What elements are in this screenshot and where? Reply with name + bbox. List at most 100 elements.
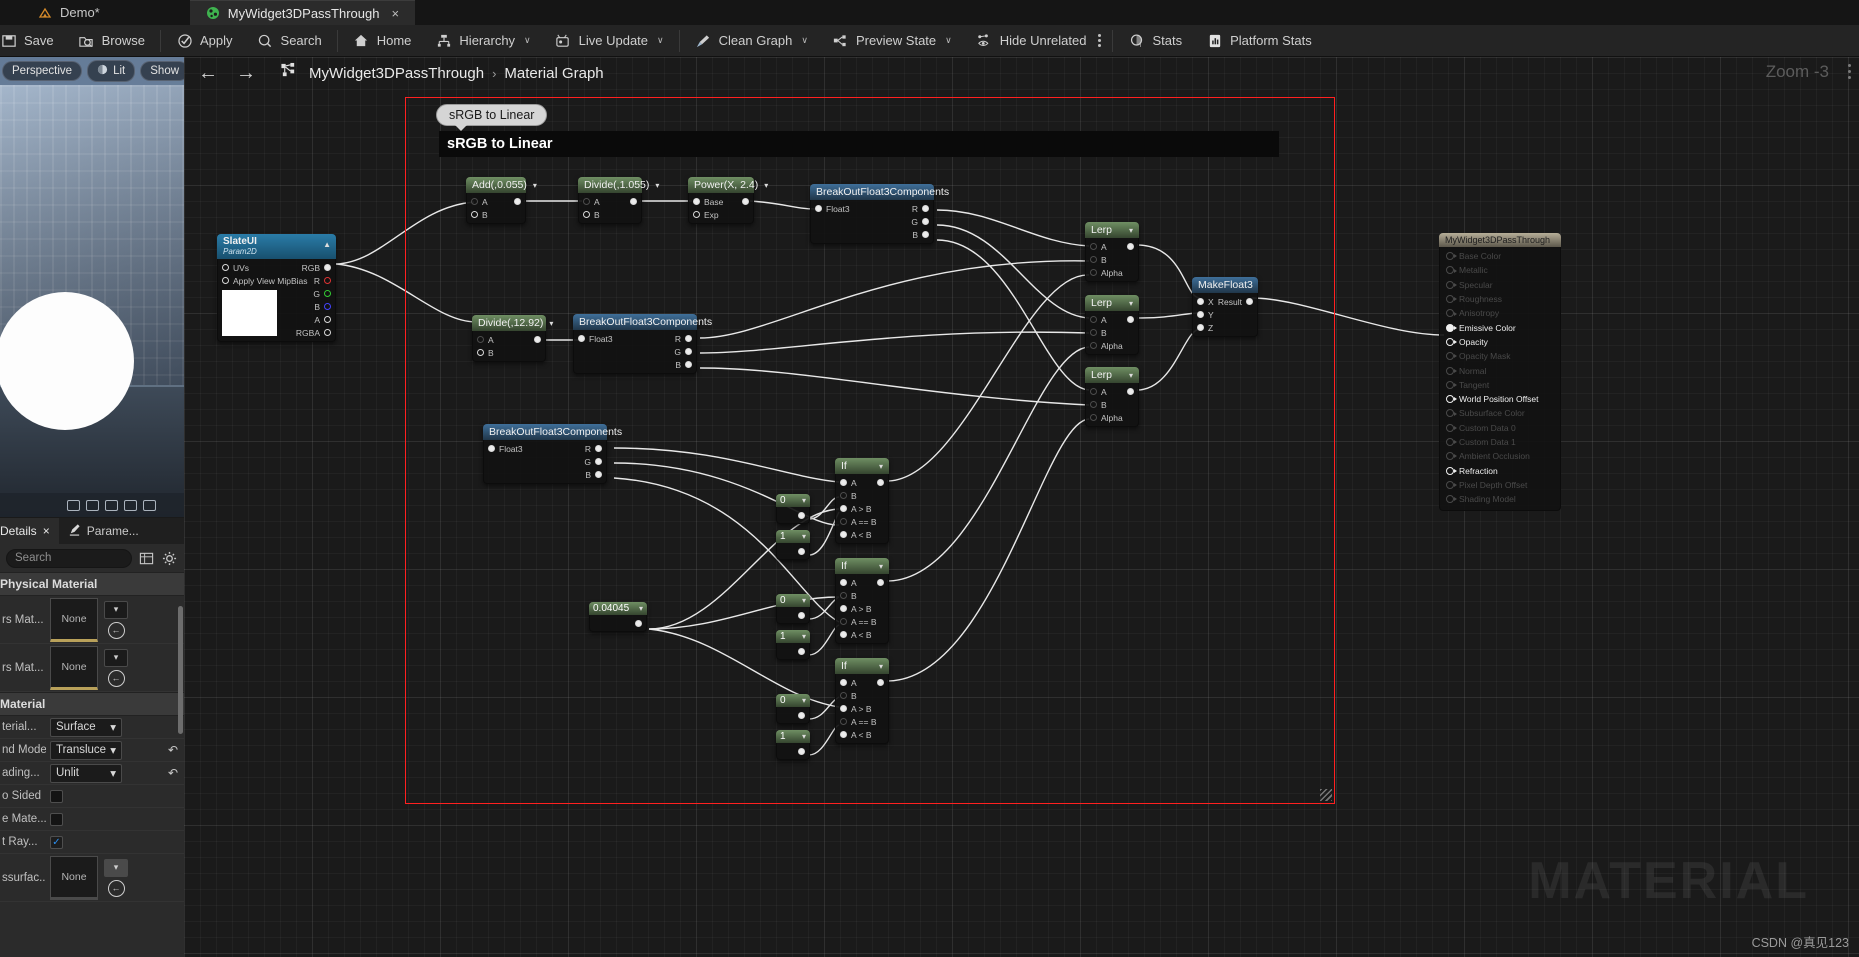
- input-pin[interactable]: [1197, 298, 1204, 305]
- node-const-0-c[interactable]: 0 ▾: [776, 694, 810, 724]
- chevron-down-icon[interactable]: ▾: [104, 858, 128, 877]
- output-pin[interactable]: [798, 647, 805, 655]
- shading-model-select[interactable]: Unlit ▾: [50, 763, 122, 783]
- output-pin-opacity[interactable]: Opacity: [1440, 335, 1560, 349]
- input-pin[interactable]: [840, 618, 847, 625]
- input-pin[interactable]: [840, 531, 847, 538]
- chevron-down-icon[interactable]: ∨: [524, 35, 531, 46]
- pin-row-y[interactable]: Y: [1193, 308, 1257, 321]
- pin-row-g[interactable]: G: [484, 455, 606, 468]
- node-const-1-c[interactable]: 1 ▾: [776, 730, 810, 760]
- browse-to-asset-icon[interactable]: ←: [107, 621, 125, 639]
- toolbar-browse-button[interactable]: Browse: [66, 25, 157, 57]
- output-pin[interactable]: [877, 679, 884, 686]
- material-input-pin[interactable]: [1446, 252, 1457, 261]
- node-if-2[interactable]: If ▾ A B A > B A == B A < B: [835, 558, 889, 644]
- material-input-pin[interactable]: [1446, 295, 1457, 304]
- pin-row-a-lt-b[interactable]: A < B: [836, 628, 888, 641]
- pin-row-a-eq-b[interactable]: A == B: [836, 515, 888, 528]
- node-const-1-a[interactable]: 1 ▾: [776, 530, 810, 560]
- pin-row-a[interactable]: A: [1086, 313, 1138, 326]
- node-header[interactable]: Lerp ▾: [1085, 222, 1139, 238]
- pin-row-base[interactable]: Base: [689, 195, 753, 208]
- material-input-pin[interactable]: [1446, 438, 1457, 446]
- reset-to-default-icon[interactable]: ↶: [168, 743, 184, 757]
- input-pin[interactable]: [1197, 311, 1204, 318]
- output-pin-refraction[interactable]: Refraction: [1440, 463, 1560, 477]
- pin-row-b[interactable]: B: [836, 589, 888, 602]
- input-pin[interactable]: [1090, 256, 1097, 263]
- toolbar-platform-stats-button[interactable]: Platform Stats: [1194, 25, 1324, 57]
- output-pin-tangent[interactable]: Tangent: [1440, 378, 1560, 392]
- node-slateui[interactable]: SlateUI Param2D ▲ UVs RGB Apply View Mip…: [217, 234, 336, 342]
- chevron-down-icon[interactable]: ▾: [1129, 226, 1133, 235]
- output-pin-roughness[interactable]: Roughness: [1440, 292, 1560, 306]
- asset-thumbnail[interactable]: None: [50, 855, 98, 900]
- details-scrollbar[interactable]: [178, 606, 183, 734]
- use-material-checkbox[interactable]: [50, 812, 63, 826]
- toolbar-home-button[interactable]: Home: [341, 25, 424, 57]
- output-pin-normal[interactable]: Normal: [1440, 363, 1560, 377]
- viewport-tool-icon-3[interactable]: [105, 499, 118, 511]
- node-header[interactable]: Lerp ▾: [1085, 367, 1139, 383]
- input-pin[interactable]: [840, 592, 847, 599]
- blend-mode-select[interactable]: Transluce ▾: [50, 740, 122, 760]
- output-pin[interactable]: [514, 198, 521, 205]
- output-pin[interactable]: [1127, 243, 1134, 250]
- node-breakout-float3-3[interactable]: BreakOutFloat3Components Float3 R G B: [483, 424, 622, 484]
- pin-row-b[interactable]: B: [836, 489, 888, 502]
- output-pin[interactable]: [595, 471, 602, 478]
- material-input-pin[interactable]: [1446, 266, 1457, 275]
- node-if-1[interactable]: If ▾ A B A > B A == B A < B: [835, 458, 889, 544]
- node-header[interactable]: SlateUI Param2D ▲: [217, 234, 336, 259]
- chevron-down-icon[interactable]: ▾: [104, 648, 128, 667]
- node-material-output[interactable]: MyWidget3DPassThrough Base Color Metalli…: [1439, 233, 1561, 512]
- output-pin-metallic[interactable]: Metallic: [1440, 263, 1560, 277]
- node-const-0-b[interactable]: 0 ▾: [776, 594, 810, 624]
- grid-view-icon[interactable]: [138, 550, 155, 567]
- node-header[interactable]: 0 ▾: [776, 594, 810, 607]
- pin-row-b[interactable]: B: [467, 208, 525, 221]
- output-pin[interactable]: [595, 445, 602, 452]
- output-pin[interactable]: [595, 458, 602, 465]
- input-pin[interactable]: [471, 211, 478, 218]
- input-pin[interactable]: [1090, 388, 1097, 395]
- input-pin[interactable]: [840, 579, 847, 586]
- pin-row-a[interactable]: A: [836, 576, 888, 589]
- node-makefloat3[interactable]: MakeFloat3 X Result Y Z: [1192, 277, 1258, 337]
- input-pin[interactable]: [583, 211, 590, 218]
- node-header[interactable]: If ▾: [835, 558, 889, 574]
- pin-row-float3[interactable]: Float3 R: [811, 202, 933, 215]
- output-pin-custom-data-0[interactable]: Custom Data 0: [1440, 421, 1560, 435]
- node-header[interactable]: 1 ▾: [776, 730, 810, 743]
- node-divide-1055[interactable]: Divide(,1.055) ▾ A B: [578, 177, 659, 224]
- pin-row-alpha[interactable]: Alpha: [1086, 411, 1138, 424]
- input-pin[interactable]: [477, 349, 484, 356]
- pin-row-b[interactable]: B: [1086, 253, 1138, 266]
- pin-row-a[interactable]: A: [579, 195, 641, 208]
- output-pin[interactable]: [324, 277, 331, 284]
- material-input-pin[interactable]: [1446, 480, 1457, 489]
- node-header[interactable]: Add(,0.055) ▾: [466, 177, 537, 193]
- toolbar-hide-unrelated-button[interactable]: Hide Unrelated: [964, 25, 1091, 57]
- viewport-lit-button[interactable]: Lit: [87, 60, 136, 82]
- details-row-two-sided[interactable]: o Sided: [0, 785, 184, 808]
- input-pin[interactable]: [1090, 342, 1097, 349]
- pin-row-b[interactable]: B: [836, 689, 888, 702]
- output-pin-opacity-mask[interactable]: Opacity Mask: [1440, 349, 1560, 363]
- output-pin[interactable]: [685, 335, 692, 342]
- toolbar-apply-button[interactable]: Apply: [164, 25, 245, 57]
- input-pin[interactable]: [840, 692, 847, 699]
- toolbar-live-update-button[interactable]: Live Update ∨: [543, 25, 676, 57]
- output-pin-anisotropy[interactable]: Anisotropy: [1440, 306, 1560, 320]
- input-pin[interactable]: [693, 198, 700, 205]
- reset-to-default-icon[interactable]: ↶: [168, 766, 184, 780]
- viewport-show-button[interactable]: Show: [140, 61, 184, 81]
- node-header[interactable]: 1 ▾: [776, 630, 810, 643]
- output-pin-custom-data-1[interactable]: Custom Data 1: [1440, 435, 1560, 449]
- pin-row-a[interactable]: A: [467, 195, 525, 208]
- viewport-tool-icon-2[interactable]: [86, 499, 99, 511]
- chevron-down-icon[interactable]: ▾: [879, 462, 883, 471]
- preview-viewport[interactable]: Perspective Lit Show: [0, 57, 184, 517]
- graph-overflow-button[interactable]: [1848, 64, 1851, 79]
